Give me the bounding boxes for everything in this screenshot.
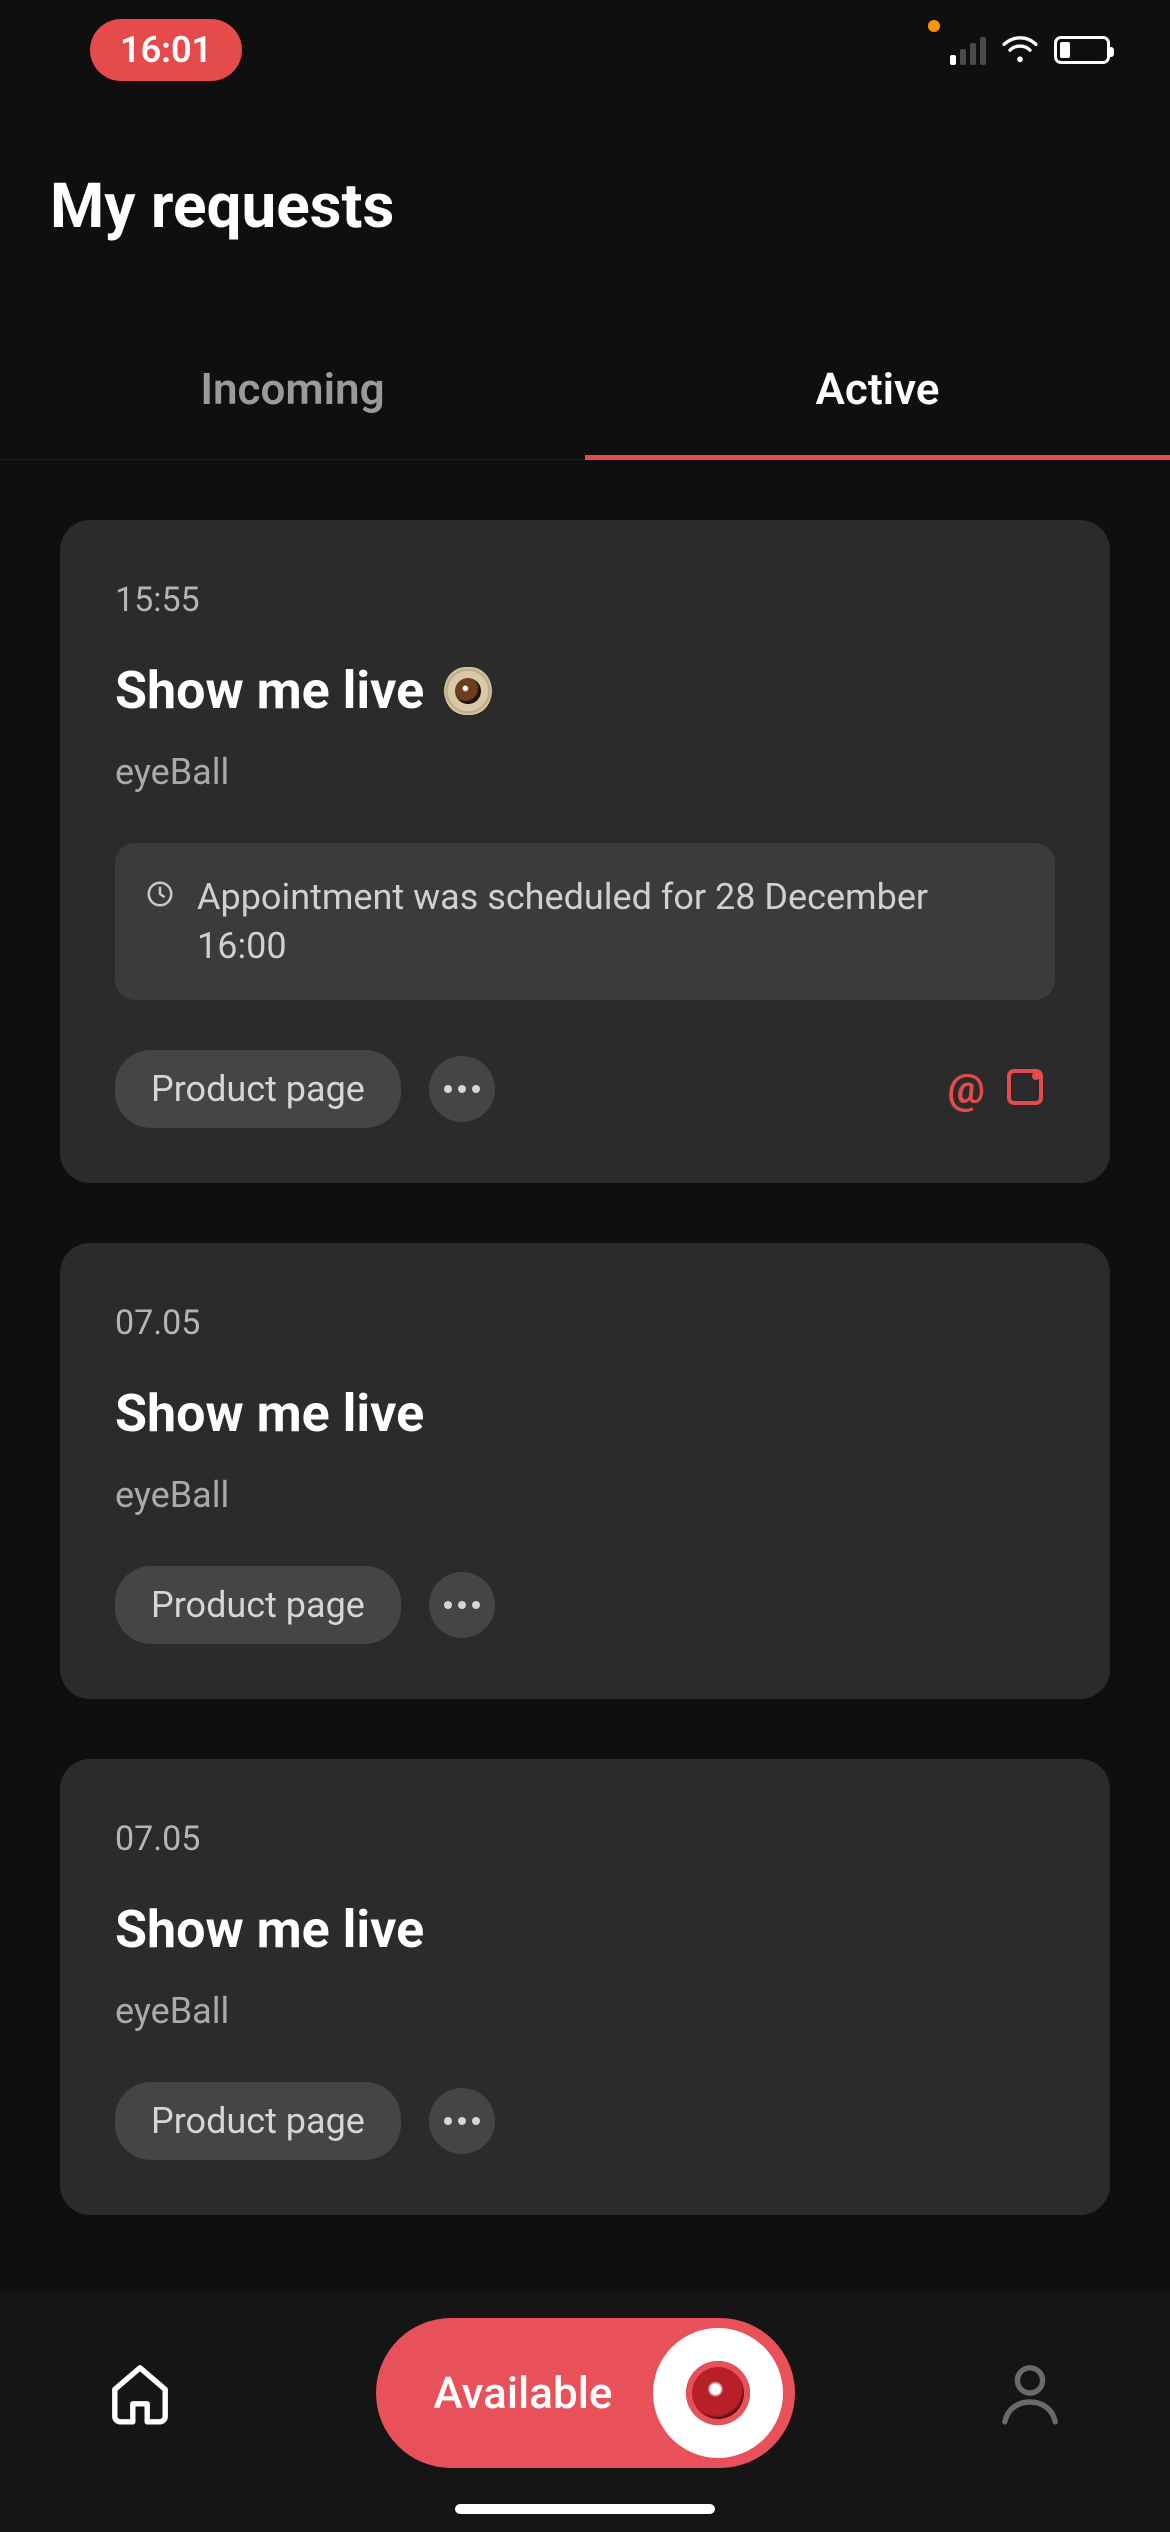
request-subtitle: eyeBall: [115, 751, 1055, 793]
request-side-icons: @: [947, 1065, 1055, 1114]
recording-indicator-dot: [928, 20, 940, 32]
tabs: Incoming Active: [0, 323, 1170, 460]
appointment-banner: Appointment was scheduled for 28 Decembe…: [115, 843, 1055, 1000]
wifi-icon: [1000, 33, 1040, 67]
battery-icon: [1054, 36, 1110, 64]
request-title-text: Show me live: [115, 1899, 424, 1960]
video-icon[interactable]: [1007, 1068, 1055, 1110]
tab-active[interactable]: Active: [585, 323, 1170, 459]
request-subtitle: eyeBall: [115, 1474, 1055, 1516]
request-time: 07.05: [115, 1819, 1055, 1859]
request-actions: Product page @: [115, 1050, 1055, 1128]
header: My requests: [0, 100, 1170, 263]
request-card[interactable]: 15:55 Show me live eyeBall Appointment w…: [60, 520, 1110, 1183]
more-button[interactable]: [429, 1056, 495, 1122]
request-subtitle: eyeBall: [115, 1990, 1055, 2032]
request-time: 07.05: [115, 1303, 1055, 1343]
more-button[interactable]: [429, 1572, 495, 1638]
more-button[interactable]: [429, 2088, 495, 2154]
request-title-text: Show me live: [115, 1383, 424, 1444]
request-card[interactable]: 07.05 Show me live eyeBall Product page: [60, 1243, 1110, 1699]
availability-label: Available: [434, 2367, 613, 2419]
home-icon: [104, 2357, 176, 2429]
nav-home-button[interactable]: [100, 2353, 180, 2433]
cellular-signal-icon: [950, 35, 986, 65]
request-title: Show me live: [115, 1899, 1055, 1960]
mention-icon[interactable]: @: [947, 1065, 985, 1114]
profile-icon: [994, 2357, 1066, 2429]
home-indicator: [455, 2504, 715, 2514]
bottom-nav: Available: [0, 2292, 1170, 2532]
toggle-knob: [653, 2328, 783, 2458]
request-title: Show me live: [115, 660, 1055, 721]
tab-incoming[interactable]: Incoming: [0, 323, 585, 459]
status-bar: 16:01: [0, 0, 1170, 100]
appointment-text: Appointment was scheduled for 28 Decembe…: [197, 873, 1025, 970]
status-right: [950, 33, 1110, 67]
request-actions: Product page: [115, 2082, 1055, 2160]
request-actions: Product page: [115, 1566, 1055, 1644]
request-card[interactable]: 07.05 Show me live eyeBall Product page: [60, 1759, 1110, 2215]
eye-icon: [444, 667, 492, 715]
request-time: 15:55: [115, 580, 1055, 620]
request-title: Show me live: [115, 1383, 1055, 1444]
availability-toggle[interactable]: Available: [376, 2318, 795, 2468]
status-time-pill: 16:01: [90, 19, 242, 81]
product-page-chip[interactable]: Product page: [115, 2082, 401, 2160]
page-title: My requests: [50, 170, 1120, 243]
request-title-text: Show me live: [115, 660, 424, 721]
eyeball-icon: [686, 2361, 750, 2425]
request-list: 15:55 Show me live eyeBall Appointment w…: [0, 460, 1170, 2215]
clock-icon: [145, 873, 175, 913]
product-page-chip[interactable]: Product page: [115, 1566, 401, 1644]
product-page-chip[interactable]: Product page: [115, 1050, 401, 1128]
nav-profile-button[interactable]: [990, 2353, 1070, 2433]
